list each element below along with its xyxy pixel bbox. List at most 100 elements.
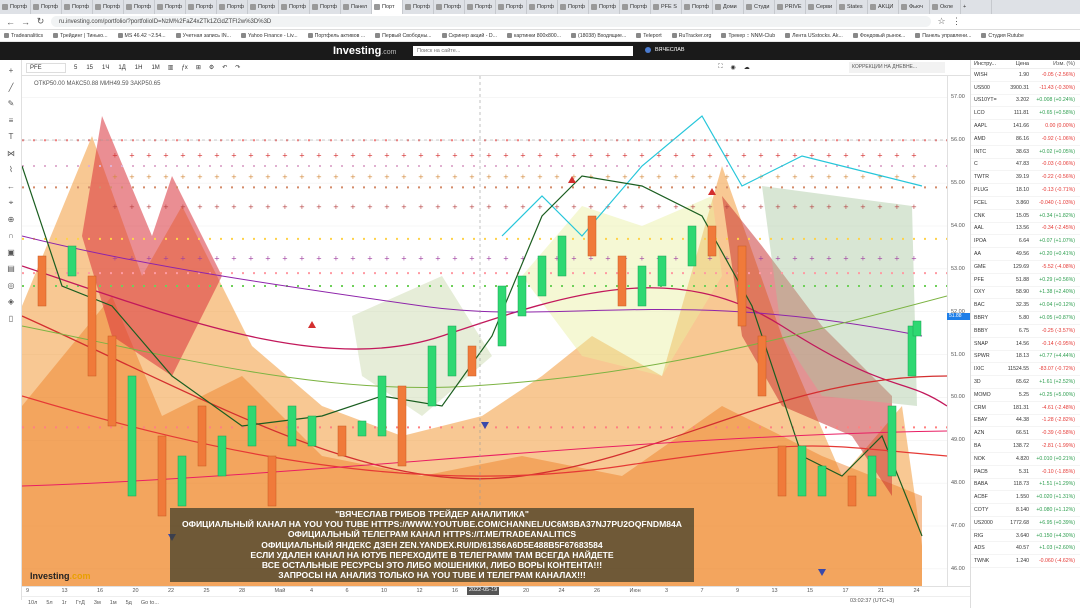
bookmark-item[interactable]: (18038) Входящие... (571, 33, 626, 39)
browser-tab[interactable]: Портф (589, 0, 620, 14)
range-button[interactable]: 1м (110, 600, 117, 606)
browser-tab[interactable]: Портф (434, 0, 465, 14)
reload-icon[interactable]: ↻ (36, 16, 45, 27)
back-icon[interactable]: ← (6, 17, 15, 27)
browser-tab[interactable]: States (837, 0, 868, 14)
browser-tab[interactable]: Доми (713, 0, 744, 14)
settings-icon[interactable]: ⚙ (209, 64, 214, 71)
browser-tab[interactable]: Портф (465, 0, 496, 14)
watchlist-row[interactable]: MOMO 5.25 +0.25 (+5.00%) (971, 389, 1080, 402)
watchlist-row[interactable]: COTY 8.140 +0.080 (+1.12%) (971, 504, 1080, 517)
menu-icon[interactable]: ⋮ (952, 16, 961, 27)
watchlist-row[interactable]: SPWR 18.13 +0.77 (+4.44%) (971, 351, 1080, 364)
browser-tab[interactable]: PRIVE (775, 0, 806, 14)
camera-icon[interactable]: ◉ (731, 64, 736, 71)
browser-tab[interactable]: Портф (558, 0, 589, 14)
watchlist-row[interactable]: RIG 3.640 +0.150 (+4.30%) (971, 530, 1080, 543)
watchlist-row[interactable]: CRM 181.31 -4.61 (-2.48%) (971, 402, 1080, 415)
bookmark-item[interactable]: Студия Rutube (981, 33, 1024, 39)
trash-icon[interactable]: ▯ (6, 314, 16, 324)
zoom-icon[interactable]: ⊕ (6, 215, 16, 225)
watchlist-row[interactable]: INTC 38.63 +0.02 (+0.05%) (971, 146, 1080, 159)
watchlist-row[interactable]: OXY 58.90 +1.38 (+2.40%) (971, 287, 1080, 300)
watchlist-row[interactable]: AMD 86.16 -0.92 (-1.06%) (971, 133, 1080, 146)
col-price[interactable]: Цена (1005, 61, 1029, 67)
fullscreen-icon[interactable]: ⛶ (718, 64, 722, 71)
price-scale[interactable]: 57.00 56.00 55.00 54.00 53.00 52.00 51.00 50.00… (947, 76, 970, 586)
cloud-icon[interactable]: ☁ (744, 64, 750, 71)
watchlist-row[interactable]: PLUG 18.10 -0.13 (-0.71%) (971, 184, 1080, 197)
browser-tab[interactable]: Портф (496, 0, 527, 14)
watchlist-row[interactable]: PACB 5.31 -0.10 (-1.85%) (971, 466, 1080, 479)
browser-tab[interactable]: Портф (682, 0, 713, 14)
url-field[interactable]: ru.investing.com/portfolio/?portfolioID=… (51, 16, 931, 27)
arrow-icon[interactable]: ← (6, 182, 16, 192)
browser-tab[interactable]: Портф (186, 0, 217, 14)
lock-icon[interactable]: ▣ (6, 248, 16, 258)
watchlist-row[interactable]: ADS 40.57 +1.03 (+2.60%) (971, 542, 1080, 556)
bookmark-item[interactable]: Фондовый рынок... (852, 33, 905, 39)
watchlist-row[interactable]: AAPL 141.66 0.00 (0.00%) (971, 120, 1080, 133)
eye-icon[interactable]: ◎ (6, 281, 16, 291)
col-change[interactable]: Изм. (%) (1029, 61, 1077, 67)
bookmark-item[interactable]: Учетная запись IN... (175, 33, 231, 39)
watchlist-row[interactable]: US2000 1772.68 +6.95 (+0.39%) (971, 517, 1080, 530)
compare-icon[interactable]: ⊞ (196, 64, 201, 71)
browser-tab[interactable]: Портф (155, 0, 186, 14)
interval-button[interactable]: 5 (74, 65, 77, 71)
bookmark-item[interactable]: Портфель активов ... (307, 33, 365, 39)
watchlist-row[interactable]: AAL 13.56 -0.34 (-2.45%) (971, 223, 1080, 236)
time-scale[interactable]: 2022-05-19 9 13 16 20 22 25 28 Май 4 6 10 12 16 18 20 2… (22, 586, 970, 596)
interval-button[interactable]: 1М (151, 65, 159, 71)
template-select[interactable]: КОРРЕКЦИИ НА ДНЕВНЕ... (849, 62, 945, 73)
browser-tab[interactable]: Фьюч (899, 0, 930, 14)
browser-tab[interactable]: Портф (279, 0, 310, 14)
range-button[interactable]: 5л (46, 600, 52, 606)
browser-tab[interactable]: Портф (403, 0, 434, 14)
investing-logo[interactable]: Investing.com (333, 45, 396, 57)
watchlist-row[interactable]: IPOA 6.64 +0.07 (+1.07%) (971, 235, 1080, 249)
browser-tab[interactable]: PFE S (651, 0, 682, 14)
bookmark-item[interactable]: Панель управлени... (915, 33, 971, 39)
new-tab-icon[interactable]: + (961, 0, 992, 14)
watchlist-row[interactable]: US500 3900.31 -11.43 (-0.30%) (971, 82, 1080, 95)
browser-tab[interactable]: Портф (620, 0, 651, 14)
watchlist-row[interactable]: C 47.83 -0.03 (-0.06%) (971, 159, 1080, 172)
range-button[interactable]: ГтД (76, 600, 85, 606)
interval-button[interactable]: 1Д (118, 65, 125, 71)
watchlist-row[interactable]: AZN 66.51 -0.39 (-0.58%) (971, 427, 1080, 441)
watchlist-row[interactable]: FCEL 3.860 -0.040 (-1.03%) (971, 197, 1080, 210)
browser-tab[interactable]: AKЦИ (868, 0, 899, 14)
watchlist-row[interactable]: 3D 65.62 +1.61 (+2.52%) (971, 376, 1080, 389)
watchlist-row[interactable]: PFE 51.88 +0.29 (+0.56%) (971, 274, 1080, 287)
range-button[interactable]: 3м (94, 600, 101, 606)
browser-tab[interactable]: Портф (31, 0, 62, 14)
bookmark-item[interactable]: Лента USstocks. Ak... (785, 33, 843, 39)
watchlist-row[interactable]: BA 138.72 -2.81 (-1.99%) (971, 440, 1080, 453)
watchlist-row[interactable]: US10YT= 3.202 +0.008 (+0.24%) (971, 95, 1080, 108)
fib-icon[interactable]: ≡ (6, 116, 16, 126)
bookmark-item[interactable]: Первый Свободны... (375, 33, 432, 39)
watchlist-row[interactable]: BAC 32.35 +0.04 (+0.12%) (971, 299, 1080, 313)
measure-icon[interactable]: ⌖ (6, 198, 16, 208)
site-search-input[interactable] (413, 46, 633, 56)
redo-icon[interactable]: ↷ (235, 64, 240, 71)
pattern-icon[interactable]: ⋈ (6, 149, 16, 159)
watchlist-row[interactable]: ACBF 1.550 +0.020 (+1.31%) (971, 491, 1080, 505)
watchlist-row[interactable]: TWTR 39.19 -0.22 (-0.56%) (971, 171, 1080, 185)
bookmark-item[interactable]: картинки 800x800... (506, 33, 561, 39)
bookmark-item[interactable]: MS 46.42 ~2.54... (117, 33, 166, 39)
watchlist-row[interactable]: LCO 111.81 +0.65 (+0.58%) (971, 107, 1080, 121)
bookmark-item[interactable]: RuTracker.org (671, 33, 711, 39)
browser-tab[interactable]: Портф (62, 0, 93, 14)
watchlist-row[interactable]: NOK 4.820 +0.010 (+0.21%) (971, 453, 1080, 466)
crosshair-icon[interactable]: + (6, 66, 16, 76)
brush-icon[interactable]: ⌇ (6, 165, 16, 175)
bookmark-item[interactable]: Yahoo Finance - Liv... (240, 33, 298, 39)
lock-drawings-icon[interactable]: ▤ (6, 264, 16, 274)
undo-icon[interactable]: ↶ (222, 64, 227, 71)
pencil-icon[interactable]: ✎ (6, 99, 16, 109)
watchlist-row[interactable]: GME 129.69 -5.52 (-4.08%) (971, 261, 1080, 274)
bookmark-item[interactable]: Трекер :: NNM-Club (721, 33, 775, 39)
range-button[interactable]: 10л (28, 600, 37, 606)
